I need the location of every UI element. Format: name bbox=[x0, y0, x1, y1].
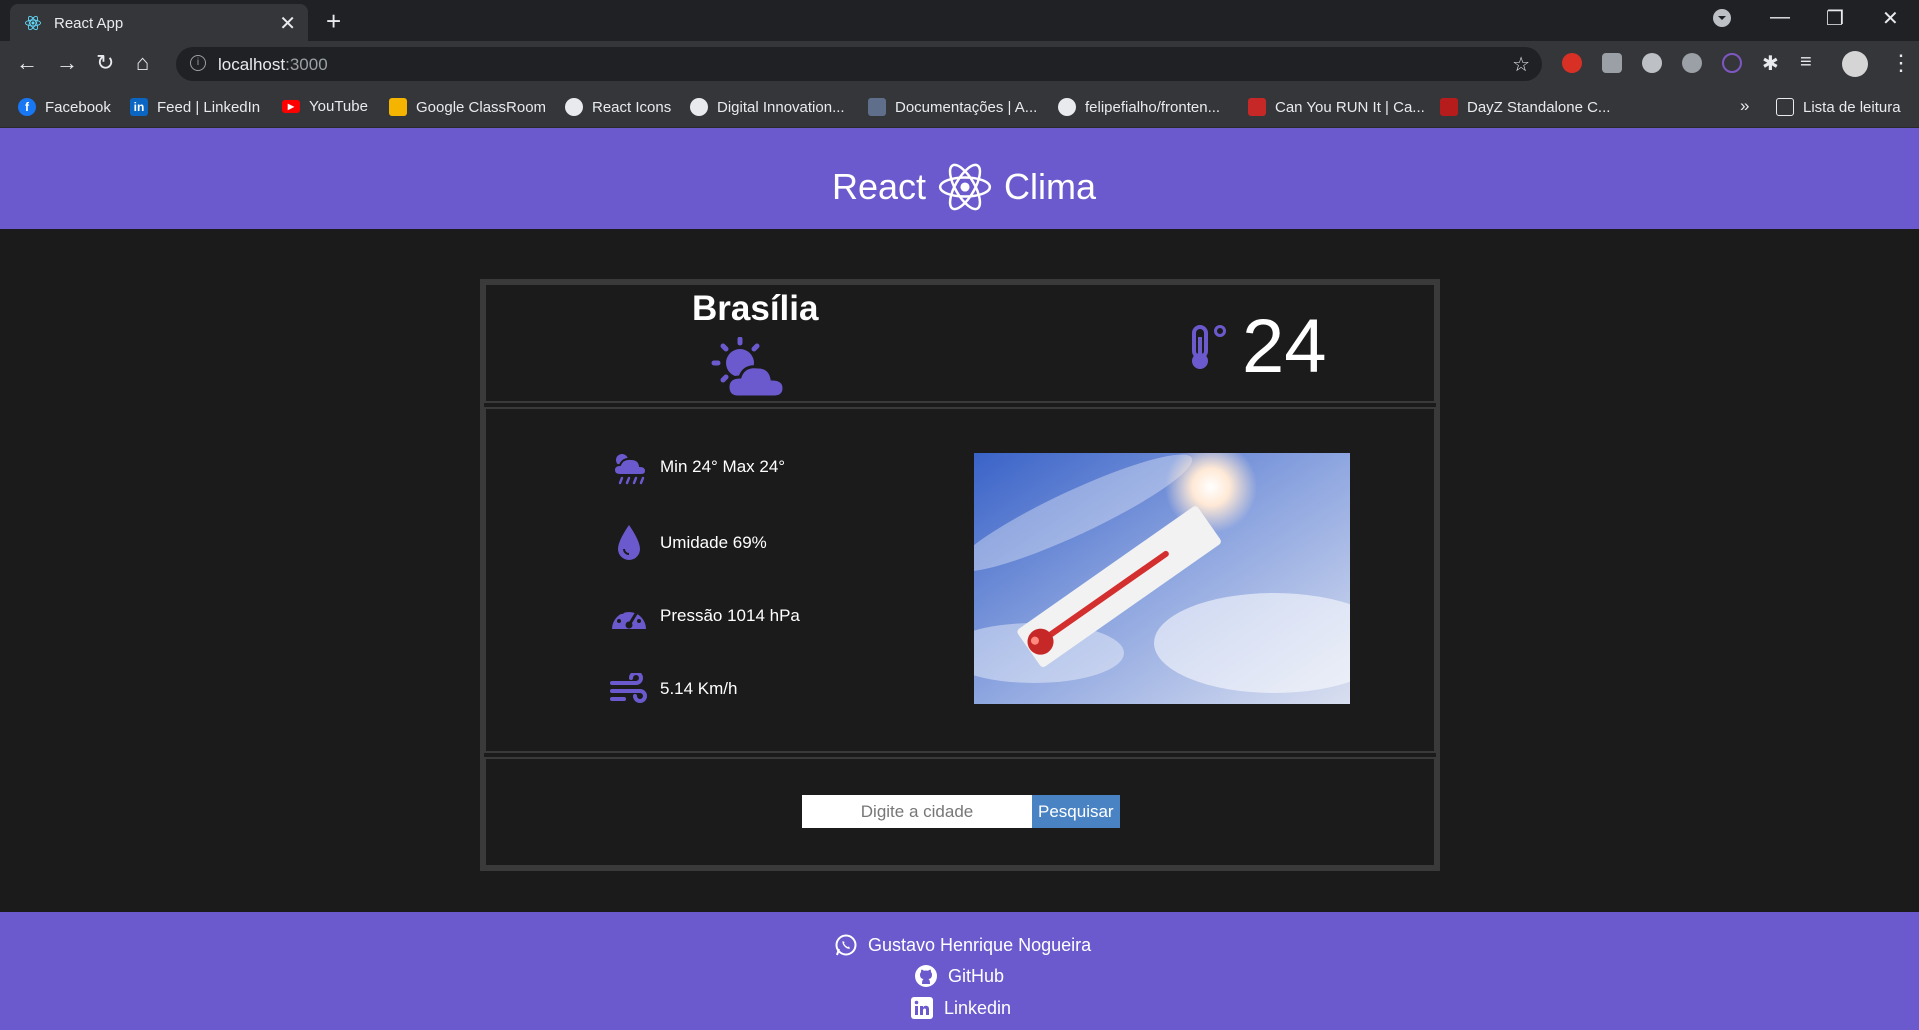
bookmark-item[interactable]: React Icons bbox=[565, 98, 671, 116]
thermometer-sky-image bbox=[974, 453, 1350, 704]
bookmark-star-icon[interactable]: ☆ bbox=[1512, 52, 1530, 77]
search-section: Pesquisar bbox=[484, 757, 1436, 867]
docs-icon bbox=[868, 98, 886, 116]
github-icon bbox=[915, 965, 937, 987]
bookmark-item[interactable]: Documentações | A... bbox=[868, 98, 1037, 116]
minimize-icon[interactable]: — bbox=[1770, 6, 1790, 29]
app-footer: Gustavo Henrique Nogueira GitHub Linkedi… bbox=[0, 912, 1919, 1030]
thermometer-icon bbox=[1192, 324, 1226, 369]
wind-icon bbox=[610, 673, 647, 703]
temperature-display: 24 bbox=[1186, 303, 1327, 390]
dayz-icon bbox=[1440, 98, 1458, 116]
restore-icon[interactable]: ❐ bbox=[1826, 6, 1844, 31]
reading-list-icon bbox=[1776, 98, 1794, 116]
brand-right: Clima bbox=[1004, 166, 1097, 207]
author-name: Gustavo Henrique Nogueira bbox=[868, 934, 1092, 955]
city-name: Brasília bbox=[692, 289, 819, 328]
reload-icon[interactable]: ↻ bbox=[96, 50, 114, 76]
min-max-text: Min 24° Max 24° bbox=[660, 457, 786, 476]
partly-cloudy-icon bbox=[711, 337, 786, 399]
youtube-icon: ▶ bbox=[282, 100, 300, 113]
url-text[interactable]: localhost:3000 bbox=[218, 55, 328, 75]
bookmark-item[interactable]: Can You RUN It | Ca... bbox=[1248, 98, 1425, 116]
classroom-icon bbox=[389, 98, 407, 116]
extensions-puzzle-icon[interactable]: ✱ bbox=[1762, 51, 1779, 76]
github-icon bbox=[1058, 98, 1076, 116]
weather-summary: Brasília 24 bbox=[484, 283, 1436, 403]
weather-details: Min 24° Max 24° Umidade 69% Pressão 1014… bbox=[484, 407, 1436, 753]
bookmark-item[interactable]: Google ClassRoom bbox=[389, 98, 546, 116]
humidity-text: Umidade 69% bbox=[660, 533, 767, 552]
city-search-form: Pesquisar bbox=[802, 795, 1120, 828]
wind-text: 5.14 Km/h bbox=[660, 679, 738, 698]
footer-author-link[interactable]: Gustavo Henrique Nogueira bbox=[834, 933, 1091, 957]
min-max-row: Min 24° Max 24° bbox=[610, 449, 785, 485]
weather-card: Brasília 24 Min 24° Max 24° Umidade 69% … bbox=[480, 279, 1440, 871]
globe-extension-icon[interactable] bbox=[1642, 53, 1662, 73]
bookmark-item[interactable]: felipefialho/fronten... bbox=[1058, 98, 1220, 116]
search-button[interactable]: Pesquisar bbox=[1032, 795, 1120, 828]
forward-icon[interactable]: → bbox=[56, 50, 78, 76]
media-control-icon[interactable]: ≡ bbox=[1800, 51, 1812, 74]
adblock-extension-icon[interactable] bbox=[1562, 53, 1582, 73]
browser-tab[interactable]: React App ✕ bbox=[10, 4, 308, 41]
new-tab-icon[interactable]: + bbox=[326, 6, 341, 37]
react-atom-icon bbox=[938, 163, 992, 211]
humidity-row: Umidade 69% bbox=[610, 523, 767, 563]
bookmark-item[interactable]: f Facebook bbox=[18, 98, 111, 116]
tab-search-icon[interactable] bbox=[1712, 8, 1732, 34]
globe-icon bbox=[690, 98, 708, 116]
github-label: GitHub bbox=[948, 965, 1005, 986]
bookmark-item[interactable]: in Feed | LinkedIn bbox=[130, 98, 260, 116]
water-drop-icon bbox=[618, 525, 640, 560]
site-info-icon[interactable]: i bbox=[190, 55, 206, 71]
cube-extension-icon[interactable] bbox=[1602, 53, 1622, 73]
home-icon[interactable]: ⌂ bbox=[136, 50, 149, 76]
window-close-icon[interactable]: ✕ bbox=[1882, 6, 1899, 31]
linkedin-icon bbox=[911, 997, 933, 1019]
bookmark-item[interactable]: DayZ Standalone C... bbox=[1440, 98, 1610, 116]
bookmarks-bar: f Facebook in Feed | LinkedIn ▶ YouTube Goo… bbox=[0, 87, 1919, 128]
bookmark-item[interactable]: ▶ YouTube bbox=[282, 98, 368, 115]
broadcast-extension-icon[interactable] bbox=[1722, 53, 1742, 73]
tab-title: React App bbox=[54, 15, 124, 32]
pressure-text: Pressão 1014 hPa bbox=[660, 606, 800, 625]
profile-avatar[interactable] bbox=[1842, 51, 1868, 77]
facebook-icon: f bbox=[18, 98, 36, 116]
footer-linkedin-link[interactable]: Linkedin bbox=[910, 996, 1011, 1020]
pressure-row: Pressão 1014 hPa bbox=[610, 599, 800, 633]
gear-extension-icon[interactable] bbox=[1682, 53, 1702, 73]
tab-close-icon[interactable]: ✕ bbox=[279, 11, 296, 36]
city-search-input[interactable] bbox=[802, 795, 1032, 828]
app-header: React Clima bbox=[0, 128, 1919, 229]
address-bar[interactable]: i localhost:3000 ☆ bbox=[176, 47, 1542, 81]
back-icon[interactable]: ← bbox=[16, 50, 38, 76]
linkedin-icon: in bbox=[130, 98, 148, 116]
app-brand: React Clima bbox=[832, 158, 1096, 216]
browser-tab-bar: React App ✕ + — ❐ ✕ bbox=[0, 0, 1919, 41]
brand-left: React bbox=[832, 166, 927, 207]
reading-list-button[interactable]: Lista de leitura bbox=[1776, 98, 1901, 116]
react-icon bbox=[25, 15, 41, 31]
browser-toolbar: ← → ↻ ⌂ i localhost:3000 ☆ ✱ ≡ ⋮ bbox=[0, 41, 1919, 87]
bookmark-item[interactable]: Digital Innovation... bbox=[690, 98, 845, 116]
canyourunit-icon bbox=[1248, 98, 1266, 116]
cloud-rain-sun-icon bbox=[612, 454, 648, 485]
linkedin-label: Linkedin bbox=[944, 997, 1012, 1018]
footer-github-link[interactable]: GitHub bbox=[914, 964, 1004, 988]
whatsapp-icon bbox=[835, 934, 857, 956]
globe-icon bbox=[565, 98, 583, 116]
temperature-value: 24 bbox=[1242, 304, 1327, 389]
wind-row: 5.14 Km/h bbox=[610, 673, 738, 705]
bookmarks-overflow-button[interactable]: » bbox=[1740, 96, 1749, 116]
gauge-icon bbox=[612, 606, 646, 629]
menu-kebab-icon[interactable]: ⋮ bbox=[1890, 50, 1912, 76]
